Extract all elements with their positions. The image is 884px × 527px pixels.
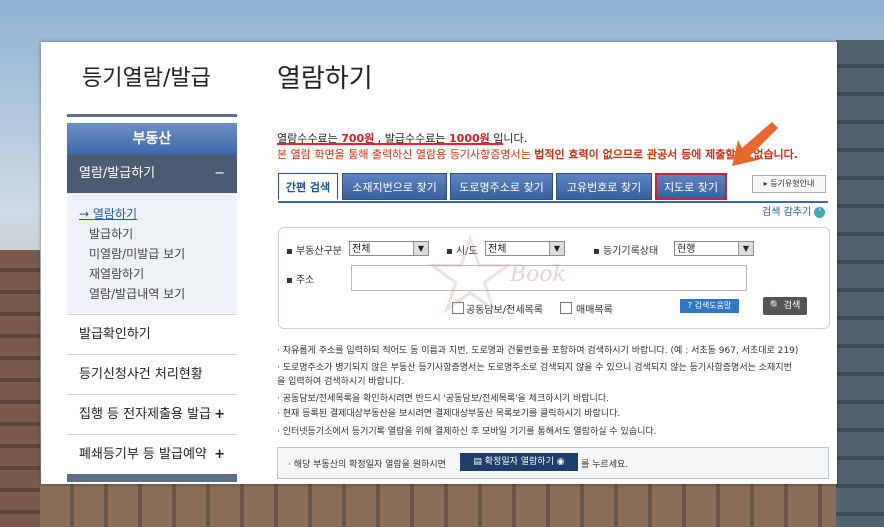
submenu-item-view[interactable]: → 열람하기 bbox=[79, 205, 137, 222]
dropdown-arrow-icon: ▼ bbox=[738, 242, 753, 255]
submenu-item-unviewed[interactable]: 미열람/미발급 보기 bbox=[89, 245, 185, 262]
sidebar-item-issue-check[interactable]: 발급확인하기 bbox=[67, 314, 237, 355]
tab-simple-search[interactable]: 간편 검색 bbox=[278, 173, 338, 200]
legal-notice: 본 열람 화면을 통해 출력하신 열람용 등기사항증명서는 법적인 효력이 없으… bbox=[277, 148, 798, 161]
sidebar-divider bbox=[67, 114, 237, 117]
note-item: · 공동담보/전세목록을 확인하시려면 반드시 '공동담보/전세목록'을 체크하… bbox=[277, 394, 609, 404]
note-item: 을 입력하여 검색하시기 바랍니다. bbox=[277, 377, 405, 387]
sidebar-header[interactable]: 부동산 bbox=[67, 123, 237, 155]
sidebar-submenu: → 열람하기 발급하기 미열람/미발급 보기 재열람하기 열람/발급내역 보기 bbox=[67, 193, 237, 313]
hide-search-toggle[interactable]: 검색 감추기 ˄ bbox=[762, 203, 826, 218]
confirm-date-text: · 해당 부동산의 확정일자 열람을 원하시면 bbox=[288, 460, 446, 470]
tab-lot-number[interactable]: 소재지번으로 찾기 bbox=[342, 173, 447, 200]
sale-list-checkbox[interactable] bbox=[560, 302, 572, 314]
note-item: · 자유롭게 주소를 입력하되 적어도 동 이름과 지번, 도로명과 건물번호를… bbox=[277, 346, 799, 356]
confirm-date-text-suffix: 를 누르세요. bbox=[581, 460, 629, 470]
expand-icon: + bbox=[214, 447, 225, 462]
sidebar-item-closed-registry[interactable]: 폐쇄등기부 등 발급예약 + bbox=[67, 434, 237, 475]
address-label: ▪ 주소 bbox=[286, 275, 315, 286]
sidebar-item-label: 집행 등 전자제출용 발급 bbox=[79, 407, 211, 422]
background-building-right bbox=[836, 40, 884, 527]
sidebar-title: 등기열람/발급 bbox=[82, 66, 211, 91]
sidebar-item-label: 폐쇄등기부 등 발급예약 bbox=[79, 447, 207, 462]
chevron-up-icon: ˄ bbox=[814, 206, 826, 218]
orange-arrow-icon bbox=[732, 122, 778, 166]
submenu-item-history[interactable]: 열람/발급내역 보기 bbox=[89, 285, 185, 302]
tab-unique-number[interactable]: 고유번호로 찾기 bbox=[556, 173, 652, 200]
collapse-toggle-icon: − bbox=[214, 166, 225, 181]
sidebar-footer-bar bbox=[67, 474, 237, 482]
record-status-label: ▪ 등기기록상태 bbox=[593, 246, 659, 257]
background-street bbox=[40, 482, 836, 527]
watermark-text: Book bbox=[510, 262, 566, 287]
sale-list-label: 매매목록 bbox=[576, 305, 613, 316]
submenu-item-review[interactable]: 재열람하기 bbox=[89, 265, 144, 282]
expand-icon: + bbox=[214, 407, 225, 422]
registry-type-guide-button[interactable]: ▸ 등기유형안내 bbox=[752, 175, 826, 193]
note-item[interactable]: · 현재 등록된 결제대상부동산을 보시려면 결제대상부동산 목록보기를 클릭하… bbox=[277, 406, 620, 419]
sidebar-item-label: 열람/발급하기 bbox=[79, 166, 156, 181]
sidebar-item-case-status[interactable]: 등기신청사건 처리현황 bbox=[67, 354, 237, 395]
search-button[interactable]: 🔍 검색 bbox=[763, 297, 807, 315]
sidebar-item-label: 등기신청사건 처리현황 bbox=[79, 367, 203, 382]
search-help-button[interactable]: ? 검색도움말 bbox=[680, 299, 739, 313]
submenu-item-issue[interactable]: 발급하기 bbox=[89, 225, 133, 242]
background-building-left bbox=[0, 250, 40, 527]
sidebar-item-view-issue[interactable]: 열람/발급하기 − bbox=[67, 155, 237, 193]
tab-map-search[interactable]: 지도로 찾기 bbox=[655, 173, 727, 200]
note-item: · 인터넷등기소에서 등기기록 열람을 위해 결제하신 후 모바일 기기를 통해… bbox=[277, 427, 657, 437]
sidebar-item-electronic-issue[interactable]: 집행 등 전자제출용 발급 + bbox=[67, 394, 237, 435]
note-item: · 도로명주소가 병기되지 않은 부동산 등기사항증명서는 도로명주소로 검색되… bbox=[277, 363, 792, 373]
record-status-select[interactable]: 현행 ▼ bbox=[674, 241, 754, 256]
fee-underline bbox=[277, 143, 503, 145]
property-type-label: ▪ 부동산구분 bbox=[286, 246, 342, 257]
page-title: 열람하기 bbox=[277, 64, 373, 94]
sidebar-item-label: 발급확인하기 bbox=[79, 327, 151, 342]
confirm-date-view-button[interactable]: ▤ 확정일자 열람하기 ◉ bbox=[460, 453, 578, 471]
tab-road-address[interactable]: 도로명주소로 찾기 bbox=[450, 173, 553, 200]
confirm-date-box: · 해당 부동산의 확정일자 열람을 원하시면 ▤ 확정일자 열람하기 ◉ 를 … bbox=[277, 447, 829, 479]
